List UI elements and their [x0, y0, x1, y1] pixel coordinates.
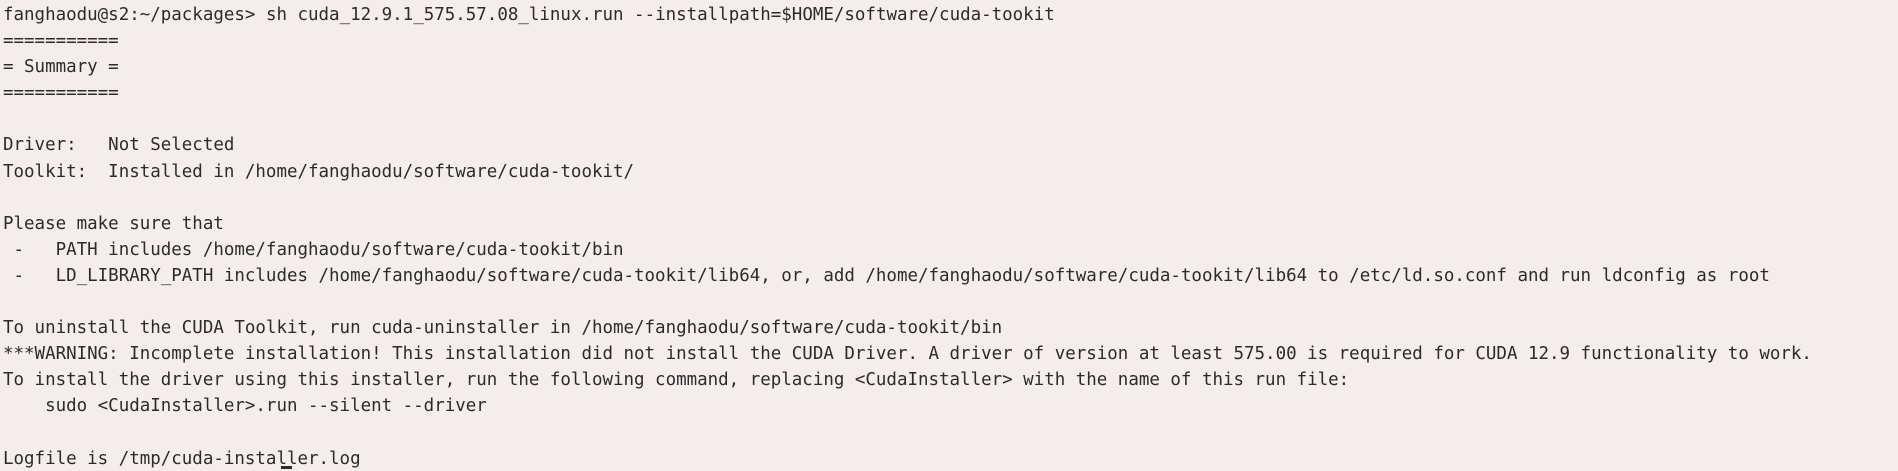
summary-heading: = Summary =: [3, 57, 119, 78]
warning-message: ***WARNING: Incomplete installation! Thi…: [3, 344, 1812, 365]
driver-status-line: Driver: Not Selected: [3, 135, 235, 156]
summary-separator-top: ===========: [3, 31, 119, 52]
toolkit-status-line: Toolkit: Installed in /home/fanghaodu/so…: [3, 161, 635, 182]
summary-separator-bottom: ===========: [3, 83, 119, 104]
command-line: fanghaodu@s2:~/packages> sh cuda_12.9.1_…: [3, 2, 1898, 28]
instructions-heading: Please make sure that: [3, 213, 224, 234]
text-cursor: [281, 466, 292, 469]
terminal-window[interactable]: fanghaodu@s2:~/packages> sh cuda_12.9.1_…: [0, 0, 1898, 471]
command-text: sh cuda_12.9.1_575.57.08_linux.run --ins…: [265, 5, 1055, 25]
driver-install-command: sudo <CudaInstaller>.run --silent --driv…: [3, 396, 487, 417]
path-instruction: - PATH includes /home/fanghaodu/software…: [3, 239, 624, 260]
shell-prompt: fanghaodu@s2:~/packages>: [3, 5, 256, 25]
uninstall-instruction: To uninstall the CUDA Toolkit, run cuda-…: [3, 318, 1003, 339]
driver-install-instruction: To install the driver using this install…: [3, 370, 1350, 391]
ld-library-path-instruction: - LD_LIBRARY_PATH includes /home/fanghao…: [3, 265, 1770, 286]
